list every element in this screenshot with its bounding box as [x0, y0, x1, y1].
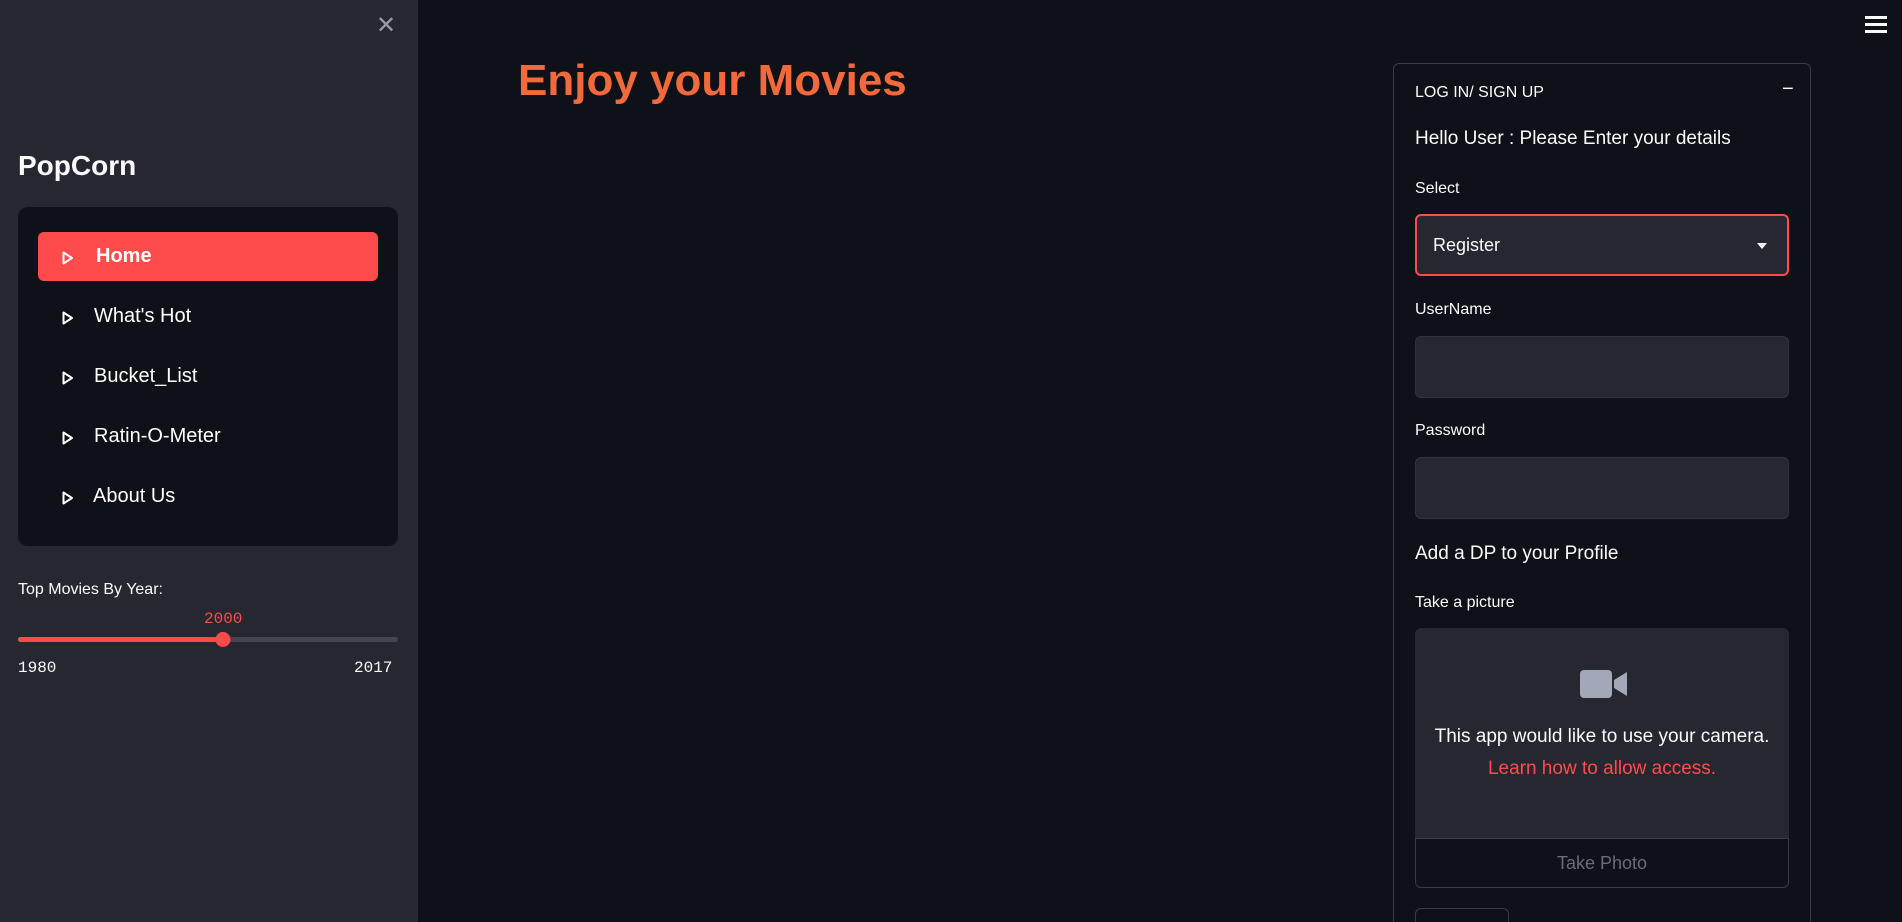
- username-label: UserName: [1415, 301, 1492, 318]
- year-slider[interactable]: [18, 632, 398, 647]
- nav-item-label: Home: [96, 245, 152, 267]
- nav-item-bucket-list[interactable]: Bucket_List: [38, 352, 378, 401]
- slider-label: Top Movies By Year:: [18, 581, 163, 598]
- close-icon: ✕: [375, 12, 397, 39]
- greeting-text: Hello User : Please Enter your details: [1415, 128, 1731, 149]
- nav-item-label: About Us: [93, 485, 176, 507]
- page-title: Enjoy your Movies: [518, 56, 907, 105]
- hamburger-menu-icon: [1865, 16, 1887, 19]
- password-label: Password: [1415, 422, 1486, 439]
- chevron-down-icon: [1757, 243, 1767, 249]
- hamburger-menu-button[interactable]: [1865, 16, 1887, 36]
- select-value: Register: [1433, 234, 1501, 255]
- nav-item-ratin-o-meter[interactable]: Ratin-O-Meter: [38, 412, 378, 461]
- sidebar: ✕ PopCorn Home What's Hot Bucket_List Ra: [0, 0, 418, 922]
- play-icon: [62, 371, 73, 385]
- select-label: Select: [1415, 180, 1460, 197]
- login-signup-expander: LOG IN/ SIGN UP − Hello User : Please En…: [1393, 63, 1811, 922]
- take-photo-button[interactable]: Take Photo: [1415, 838, 1789, 888]
- nav-item-about-us[interactable]: About Us: [38, 472, 378, 521]
- play-icon: [62, 311, 73, 325]
- close-sidebar-button[interactable]: ✕: [374, 14, 398, 38]
- slider-fill: [18, 637, 224, 642]
- collapse-icon[interactable]: −: [1782, 78, 1794, 101]
- play-icon: [62, 491, 73, 505]
- slider-min-label: 1980: [18, 659, 57, 677]
- camera-message: This app would like to use your camera.: [1434, 726, 1770, 747]
- dp-heading: Add a DP to your Profile: [1415, 543, 1619, 564]
- app-title: PopCorn: [18, 150, 137, 181]
- play-icon: [62, 251, 73, 265]
- slider-max-label: 2017: [354, 659, 393, 677]
- nav-item-label: What's Hot: [94, 305, 192, 327]
- nav-item-label: Bucket_List: [94, 365, 198, 387]
- nav-menu: Home What's Hot Bucket_List Ratin-O-Mete…: [18, 207, 398, 546]
- nav-item-label: Ratin-O-Meter: [94, 425, 221, 447]
- nav-item-whats-hot[interactable]: What's Hot: [38, 292, 378, 341]
- camera-input: This app would like to use your camera. …: [1415, 628, 1789, 838]
- play-icon: [62, 431, 73, 445]
- password-input[interactable]: [1415, 457, 1789, 519]
- camera-label: Take a picture: [1415, 594, 1515, 611]
- slider-thumb[interactable]: [215, 632, 231, 647]
- expander-header[interactable]: LOG IN/ SIGN UP: [1415, 84, 1544, 102]
- video-camera-icon: [1580, 670, 1627, 698]
- username-input[interactable]: [1415, 336, 1789, 398]
- select-dropdown[interactable]: Register: [1415, 214, 1789, 276]
- slider-value: 2000: [203, 610, 243, 628]
- submit-button[interactable]: [1415, 908, 1509, 922]
- nav-item-home[interactable]: Home: [38, 232, 378, 281]
- allow-access-link[interactable]: Learn how to allow access.: [1415, 758, 1789, 780]
